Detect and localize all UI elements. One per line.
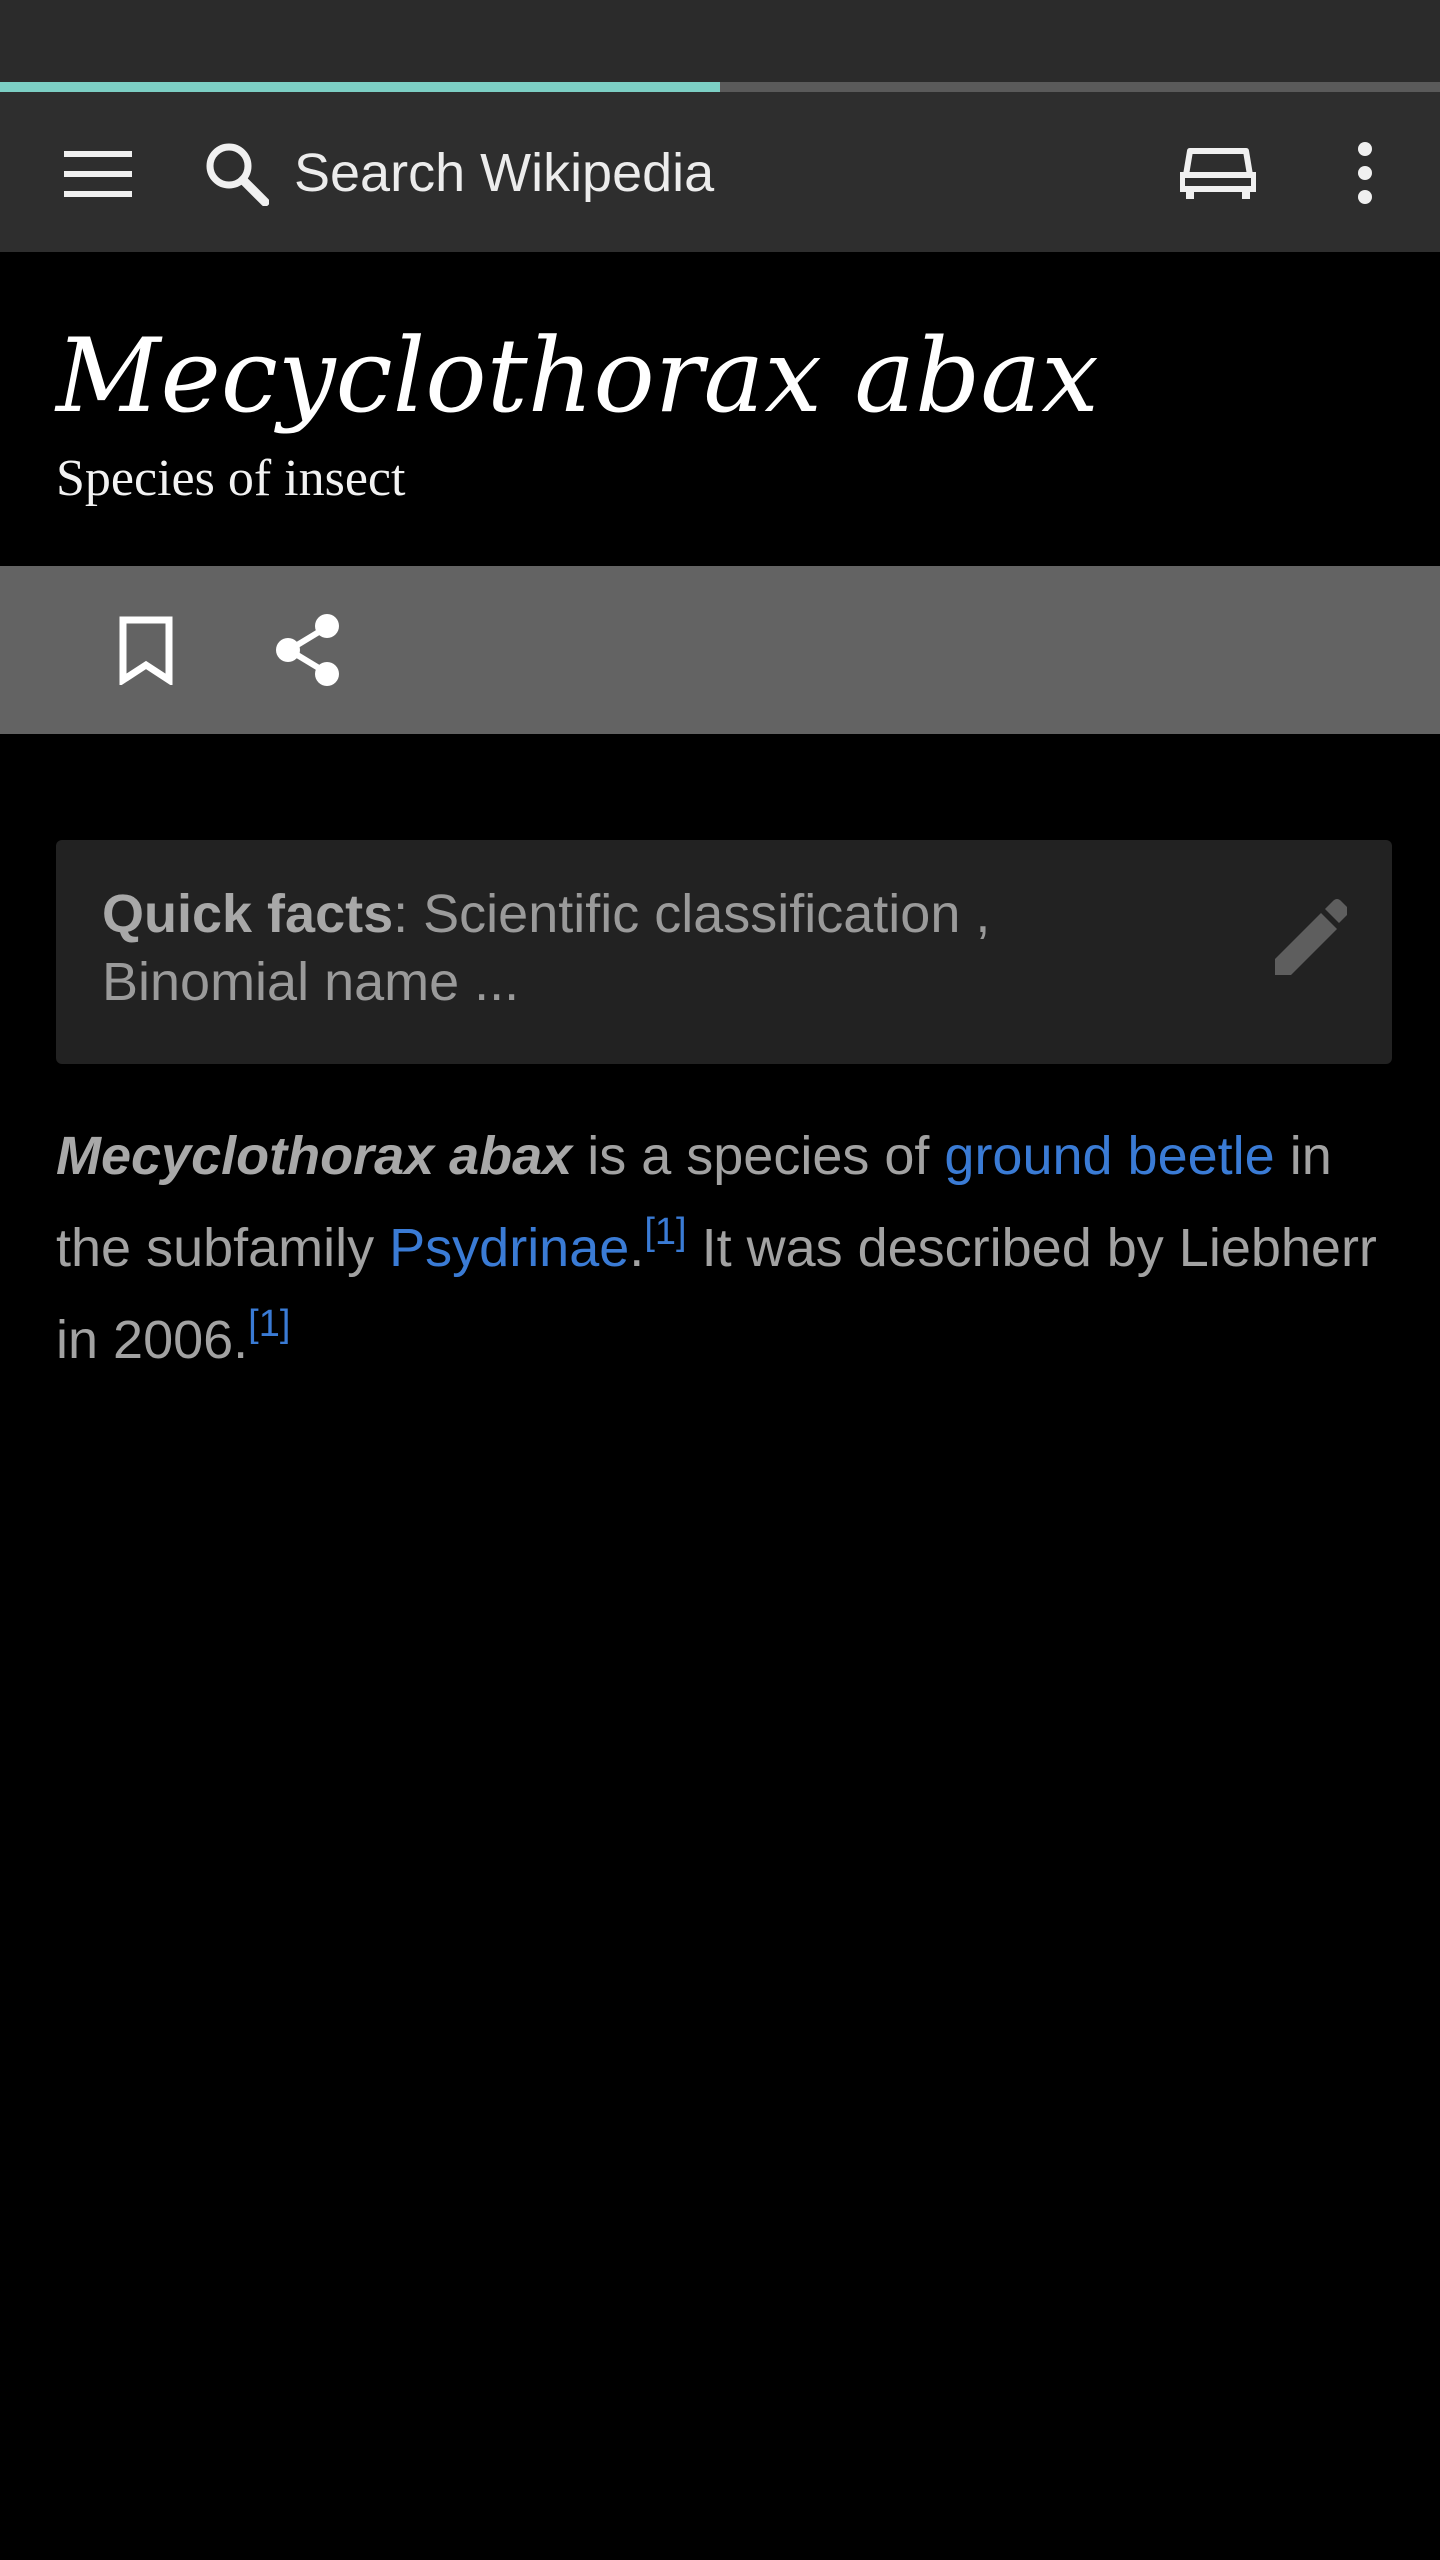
- quick-facts-box[interactable]: Quick facts: Scientific classification ,…: [56, 840, 1392, 1064]
- bookmark-icon[interactable]: [96, 600, 196, 700]
- article-action-bar: [0, 566, 1440, 734]
- reference-link[interactable]: [1]: [248, 1303, 290, 1345]
- article-header: Mecyclothorax abax Species of insect: [0, 252, 1440, 566]
- quick-facts-label: Quick facts: [102, 884, 394, 944]
- page-load-progress: [0, 82, 1440, 92]
- quick-facts-separator: :: [393, 884, 424, 944]
- quick-facts-line2: Binomial name ...: [102, 952, 520, 1012]
- search-input[interactable]: Search Wikipedia: [294, 138, 714, 208]
- menu-icon[interactable]: [48, 134, 148, 214]
- share-icon[interactable]: [258, 600, 358, 700]
- page-title: Mecyclothorax abax: [56, 317, 1099, 436]
- page-subtitle: Species of insect: [56, 450, 406, 507]
- article-text: is a species of: [572, 1126, 945, 1186]
- quick-facts-text: Quick facts: Scientific classification ,…: [102, 880, 1142, 1016]
- reference-link[interactable]: [1]: [644, 1211, 686, 1253]
- link-ground-beetle[interactable]: ground beetle: [944, 1126, 1274, 1186]
- top-toolbar: Search Wikipedia: [0, 92, 1440, 252]
- link-psydrinae[interactable]: Psydrinae: [389, 1218, 629, 1278]
- edit-pencil-icon[interactable]: [1252, 884, 1362, 994]
- page-load-progress-fill: [0, 82, 720, 92]
- search-icon[interactable]: [196, 128, 276, 218]
- article-body: Mecyclothorax abax is a species of groun…: [56, 1110, 1396, 1386]
- quick-facts-line1: Scientific classification ,: [423, 884, 991, 944]
- overflow-menu-icon[interactable]: [1330, 128, 1400, 218]
- tabs-icon[interactable]: [1168, 128, 1268, 218]
- article-text: .: [629, 1218, 645, 1278]
- status-bar: [0, 0, 1440, 82]
- article-subject: Mecyclothorax abax: [56, 1126, 573, 1186]
